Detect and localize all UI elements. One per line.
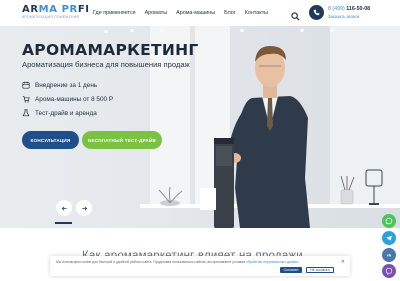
- logo[interactable]: ARMA PRFI АРОМАТИЗАЦИЯ ПОМЕЩЕНИЙ: [22, 4, 90, 22]
- diffuser-bottle: [340, 176, 355, 205]
- svg-text:vk: vk: [387, 253, 392, 258]
- cart-icon: [22, 96, 30, 103]
- next-slide-button[interactable]: [76, 200, 92, 216]
- nav-item-machines[interactable]: Арома-машины: [176, 10, 215, 16]
- ceiling-light: [240, 29, 244, 32]
- cookie-decline-button[interactable]: Не согласен: [306, 267, 334, 273]
- ceiling-light: [160, 29, 164, 32]
- feature-item: Арома-машины от 8 500 Р: [22, 95, 113, 103]
- nav-item-where[interactable]: Где применяется: [93, 10, 136, 16]
- hero-title: АРОМАМАРКЕТИНГ: [22, 41, 199, 59]
- flask-icon: [22, 109, 30, 117]
- ceiling-light: [130, 29, 134, 32]
- hero-subtitle: Ароматизация бизнеса для повышения прода…: [22, 60, 190, 69]
- whatsapp-icon[interactable]: [382, 214, 396, 228]
- logo-wordmark: ARMA PRFI: [22, 4, 90, 15]
- slider-progress-indicator: [55, 222, 72, 224]
- prev-slide-button[interactable]: [56, 200, 72, 216]
- hero-banner: АРОМАМАРКЕТИНГ Ароматизация бизнеса для …: [0, 26, 400, 228]
- free-test-drive-button[interactable]: БЕСПЛАТНЫЙ ТЕСТ-ДРАЙВ: [82, 131, 162, 149]
- feature-item: Тест-драйв и аренда: [22, 109, 97, 117]
- phone-icon[interactable]: [309, 5, 324, 20]
- feature-item: Внедрение за 1 день: [22, 81, 97, 89]
- arrow-right-icon: [81, 206, 87, 210]
- close-icon[interactable]: ✕: [341, 259, 345, 265]
- cookie-agree-button[interactable]: Согласен: [280, 267, 302, 273]
- nav-item-scents[interactable]: Ароматы: [145, 10, 168, 16]
- phone-number[interactable]: 8 (499) 116-50-08: [328, 6, 370, 12]
- man-with-aroma-machine-image: [200, 46, 310, 228]
- nav-item-contacts[interactable]: Контакты: [245, 10, 268, 16]
- viber-icon[interactable]: [382, 264, 396, 278]
- cookie-text: Мы используем cookie для быстрой и удобн…: [56, 260, 299, 264]
- callback-link[interactable]: Заказать звонок: [328, 14, 359, 19]
- search-icon[interactable]: [291, 8, 300, 21]
- telegram-icon[interactable]: [382, 231, 396, 245]
- ceiling-light: [300, 29, 304, 32]
- privacy-link[interactable]: обработки персональных данных: [246, 260, 299, 264]
- ceiling-light: [330, 29, 334, 32]
- ceiling-light: [104, 30, 108, 33]
- nav-item-blog[interactable]: Блог: [224, 10, 236, 16]
- cookie-banner: Мы используем cookie для быстрой и удобн…: [50, 256, 350, 276]
- main-nav: Где применяется Ароматы Арома-машины Бло…: [93, 10, 268, 16]
- logo-tagline: АРОМАТИЗАЦИЯ ПОМЕЩЕНИЙ: [22, 15, 80, 19]
- plant-decor: [158, 186, 183, 206]
- lamp-decor: [365, 169, 383, 205]
- vk-icon[interactable]: vk: [382, 248, 396, 262]
- consultation-button[interactable]: КОНСУЛЬТАЦИЯ: [22, 131, 79, 149]
- arrow-left-icon: [61, 206, 67, 210]
- calendar-icon: [22, 81, 30, 89]
- site-header: ARMA PRFI АРОМАТИЗАЦИЯ ПОМЕЩЕНИЙ Где при…: [0, 0, 400, 26]
